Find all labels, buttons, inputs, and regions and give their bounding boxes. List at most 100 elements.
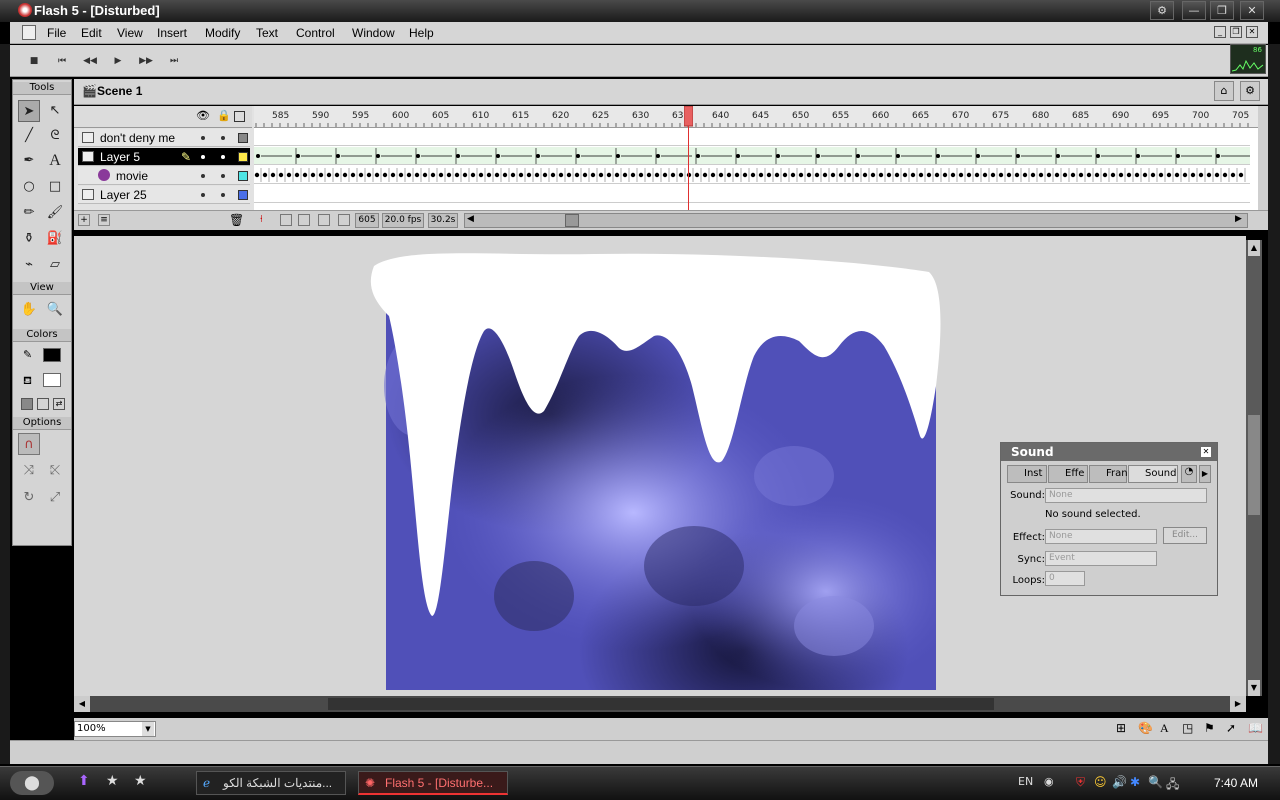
layer-row[interactable]: Layer 5 ✎ (78, 148, 250, 166)
straighten-icon[interactable]: ⤪ (44, 460, 66, 482)
close-button[interactable]: ✕ (1240, 1, 1264, 20)
menu-help[interactable]: Help (409, 26, 434, 40)
add-layer-icon[interactable]: + (78, 214, 90, 226)
onion-outline-icon[interactable] (298, 214, 310, 226)
rotate-icon[interactable]: ↻ (18, 487, 40, 509)
lasso-tool-icon[interactable]: ᘓ (44, 125, 66, 147)
play-icon[interactable]: ▶ (108, 53, 128, 69)
visibility-dot[interactable] (201, 136, 205, 140)
layer-row[interactable]: Layer 25 (78, 186, 250, 204)
lock-dot[interactable] (221, 136, 225, 140)
lock-icon[interactable]: 🔒 (217, 109, 231, 122)
minimize-button[interactable]: — (1182, 1, 1206, 20)
stop-icon[interactable]: ■ (24, 53, 44, 69)
instance-panel-icon[interactable]: ◳ (1182, 721, 1193, 735)
lock-dot[interactable] (221, 193, 225, 197)
lock-dot[interactable] (221, 155, 225, 159)
playhead[interactable] (684, 106, 693, 210)
stage-vscroll[interactable]: ▲ ▼ (1246, 240, 1262, 696)
menu-window[interactable]: Window (352, 26, 395, 40)
menu-file[interactable]: File (47, 26, 66, 40)
edit-button[interactable]: Edit... (1163, 527, 1207, 544)
actions-panel-icon[interactable]: ➚ (1226, 721, 1236, 735)
timeline-scrollbar[interactable]: ◀ ▶ (464, 213, 1248, 228)
tray-bluetooth-icon[interactable]: ✱ (1130, 775, 1140, 789)
trash-icon[interactable]: 🗑 (229, 213, 244, 227)
layer-row[interactable]: movie (78, 167, 250, 185)
zoom-dropdown-icon[interactable]: ▼ (142, 722, 154, 736)
onion-markers-icon[interactable] (338, 214, 350, 226)
add-guide-icon[interactable]: ≡ (98, 214, 110, 226)
scroll-down-icon[interactable]: ▼ (1248, 680, 1260, 696)
pencil-tool-icon[interactable]: ✏ (18, 202, 40, 224)
edit-symbols-icon[interactable]: ⚙ (1240, 81, 1260, 101)
fill-color-swatch[interactable] (43, 373, 61, 387)
menu-insert[interactable]: Insert (157, 26, 187, 40)
stage-hscroll[interactable]: ◀ ▶ (74, 696, 1246, 712)
rewind-icon[interactable]: ⏮ (52, 53, 72, 69)
layer-row[interactable]: don't deny me (78, 129, 250, 147)
smooth-icon[interactable]: ⤨ (18, 460, 40, 482)
quicklaunch-star-icon[interactable]: ★ (134, 773, 152, 793)
edit-scene-icon[interactable]: ⌂ (1214, 81, 1234, 101)
tab-instance[interactable]: Inst (1007, 465, 1047, 483)
brush-tool-icon[interactable]: 🖌 (44, 202, 66, 224)
hscroll-thumb[interactable] (328, 698, 994, 710)
sync-select[interactable]: Event (1045, 551, 1157, 566)
go-to-end-icon[interactable]: ⏭ (164, 53, 184, 69)
quicklaunch-star-icon[interactable]: ★ (106, 773, 124, 793)
tray-volume-icon[interactable]: 🔊 (1112, 775, 1127, 789)
frame-row[interactable] (254, 147, 1250, 165)
document-icon[interactable] (22, 25, 36, 40)
vscroll-thumb[interactable] (1248, 415, 1260, 515)
outline-swatch[interactable] (238, 190, 248, 200)
doc-restore-button[interactable]: ❐ (1230, 26, 1242, 38)
doc-close-button[interactable]: ✕ (1246, 26, 1258, 38)
pen-tool-icon[interactable]: ✒ (18, 150, 40, 172)
start-button[interactable]: ⬤ (10, 771, 54, 795)
flash-app-icon[interactable] (18, 3, 32, 17)
frame-row[interactable] (254, 185, 1250, 203)
quicklaunch-icon[interactable]: ⬆ (78, 773, 96, 793)
tabs-scroll-icon[interactable]: ▶ (1199, 465, 1211, 483)
eraser-tool-icon[interactable]: ▱ (44, 254, 66, 276)
outline-swatch[interactable] (238, 133, 248, 143)
timeline-vscroll[interactable] (1258, 106, 1268, 210)
language-icon[interactable]: ◉ (1044, 775, 1054, 788)
stroke-color-swatch[interactable] (43, 348, 61, 362)
maximize-button[interactable]: ❐ (1210, 1, 1234, 20)
task-browser[interactable]: ℯ منتديات الشبكة الكو... (196, 771, 346, 795)
frame-ruler[interactable]: 585 590 595 600 605 610 615 620 625 630 635 640 645 6… (254, 106, 1258, 128)
library-icon[interactable]: 📖 (1248, 721, 1263, 735)
scroll-right-icon[interactable]: ▶ (1230, 696, 1246, 712)
mixer-panel-icon[interactable]: 🎨 (1138, 721, 1153, 735)
onion-skin-icon[interactable] (280, 214, 292, 226)
lock-dot[interactable] (221, 174, 225, 178)
task-flash[interactable]: ✺ Flash 5 - [Disturbe... (358, 771, 508, 795)
visibility-dot[interactable] (201, 193, 205, 197)
dropper-tool-icon[interactable]: ⌁ (18, 254, 40, 276)
hand-tool-icon[interactable]: ✋ (18, 299, 40, 321)
no-color-button[interactable] (37, 398, 49, 410)
panel-close-icon[interactable]: ✕ (1201, 447, 1211, 457)
info-panel-icon[interactable]: ⊞ (1116, 721, 1126, 735)
clock-tab-icon[interactable]: ◔ (1181, 465, 1197, 483)
edit-multiple-icon[interactable] (318, 214, 330, 226)
step-forward-icon[interactable]: ▶▶ (136, 53, 156, 69)
language-indicator[interactable]: EN (1018, 775, 1033, 788)
tab-sound[interactable]: Sound (1128, 465, 1178, 483)
visibility-dot[interactable] (201, 155, 205, 159)
sound-select[interactable]: None (1045, 488, 1207, 503)
doc-minimize-button[interactable]: _ (1214, 26, 1226, 38)
frame-row[interactable] (254, 128, 1250, 146)
menu-edit[interactable]: Edit (81, 26, 102, 40)
rectangle-tool-icon[interactable]: □ (44, 176, 66, 198)
tray-shield-icon[interactable]: ⛨ (1076, 775, 1085, 790)
scroll-up-icon[interactable]: ▲ (1248, 240, 1260, 256)
tray-smiley-icon[interactable]: ☺ (1094, 775, 1107, 789)
menu-text[interactable]: Text (256, 26, 278, 40)
zoom-tool-icon[interactable]: 🔍 (44, 299, 66, 321)
loops-input[interactable]: 0 (1045, 571, 1085, 586)
oval-tool-icon[interactable]: ○ (18, 176, 40, 198)
movie-explorer-icon[interactable]: ⚑ (1204, 721, 1215, 735)
